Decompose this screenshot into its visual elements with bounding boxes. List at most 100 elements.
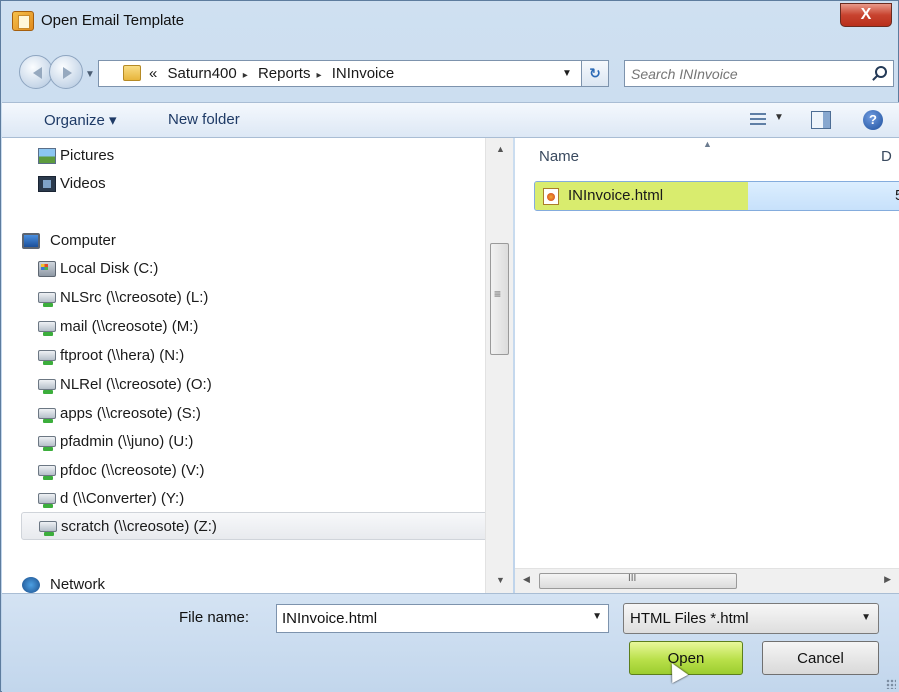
- network-drive-icon: [38, 292, 56, 307]
- view-grid-icon: [750, 113, 766, 127]
- nav-item-label: apps (\\creosote) (S:): [60, 405, 201, 422]
- nav-item-label: Pictures: [60, 147, 115, 164]
- refresh-button[interactable]: ↻: [581, 60, 609, 87]
- search-box[interactable]: [624, 60, 894, 87]
- navigation-pane-scrollbar[interactable]: ▲ ▼: [485, 138, 513, 593]
- scrollbar-thumb[interactable]: [539, 573, 737, 589]
- dialog-footer: File name: ▼ HTML Files *.html ▼ Open Ca…: [2, 593, 899, 692]
- file-name-label: File name:: [179, 609, 250, 626]
- nav-item-label: mail (\\creosote) (M:): [60, 318, 199, 335]
- file-type-value: HTML Files *.html: [630, 610, 749, 627]
- html-file-icon: [543, 188, 559, 205]
- nav-item-network[interactable]: Network: [2, 571, 488, 593]
- nav-item-nlrel[interactable]: NLRel (\\creosote) (O:): [2, 371, 488, 399]
- breadcrumb-separator-icon[interactable]: ▸: [243, 70, 248, 81]
- new-folder-button[interactable]: New folder: [168, 111, 240, 128]
- nav-item-label: Local Disk (C:): [60, 260, 159, 277]
- nav-item-ftproot[interactable]: ftproot (\\hera) (N:): [2, 342, 488, 370]
- change-view-button[interactable]: ▼: [750, 112, 790, 130]
- nav-item-videos[interactable]: Videos: [2, 170, 488, 198]
- scrollbar-thumb[interactable]: [490, 243, 509, 355]
- file-list-horizontal-scrollbar[interactable]: ◀ ▶: [515, 568, 899, 593]
- search-input[interactable]: [629, 63, 859, 84]
- navigation-pane: Pictures Videos Computer Local Disk (C:)…: [2, 138, 513, 593]
- nav-item-label: Network: [50, 576, 106, 593]
- network-drive-icon: [38, 493, 56, 508]
- scroll-up-icon[interactable]: ▲: [496, 144, 505, 154]
- file-type-select[interactable]: HTML Files *.html ▼: [623, 603, 879, 634]
- breadcrumb: « Saturn400 ▸ Reports ▸ INInvoice: [149, 65, 400, 82]
- nav-item-converter[interactable]: d (\\Converter) (Y:): [2, 485, 488, 513]
- column-header-date[interactable]: D: [881, 148, 892, 165]
- address-bar-row: ▼ « Saturn400 ▸ Reports ▸ INInvoice ▼ ↻: [1, 41, 898, 103]
- cancel-button[interactable]: Cancel: [762, 641, 879, 675]
- videos-icon: [38, 176, 56, 192]
- close-button[interactable]: X: [840, 3, 892, 27]
- recent-pages-dropdown-icon[interactable]: ▼: [85, 69, 95, 80]
- nav-item-label: Computer: [50, 232, 116, 249]
- resize-grip-icon[interactable]: [886, 679, 896, 689]
- scroll-down-icon[interactable]: ▼: [496, 575, 505, 585]
- nav-item-nlsrc[interactable]: NLSrc (\\creosote) (L:): [2, 284, 488, 312]
- network-drive-icon: [38, 350, 56, 365]
- nav-item-computer[interactable]: Computer: [2, 227, 488, 255]
- open-email-template-dialog: Open Email Template X ▼ « Saturn400 ▸ Rep…: [0, 0, 899, 692]
- folder-icon: [123, 65, 141, 81]
- nav-item-label: d (\\Converter) (Y:): [60, 490, 185, 507]
- title-bar: Open Email Template X: [1, 1, 898, 41]
- network-drive-icon: [38, 436, 56, 451]
- file-type-dropdown-icon[interactable]: ▼: [861, 612, 871, 623]
- breadcrumb-item-reports[interactable]: Reports: [258, 65, 311, 82]
- nav-item-label: NLSrc (\\creosote) (L:): [60, 289, 209, 306]
- nav-item-label: pfdoc (\\creosote) (V:): [60, 462, 205, 479]
- nav-item-label: scratch (\\creosote) (Z:): [61, 518, 217, 535]
- sort-ascending-icon: ▲: [703, 139, 712, 149]
- file-date: 5: [895, 187, 899, 204]
- computer-icon: [22, 233, 40, 249]
- nav-item-apps[interactable]: apps (\\creosote) (S:): [2, 400, 488, 428]
- scroll-left-icon[interactable]: ◀: [523, 574, 530, 585]
- preview-pane-icon[interactable]: [811, 111, 831, 129]
- nav-item-pictures[interactable]: Pictures: [2, 142, 488, 170]
- breadcrumb-separator-icon[interactable]: ▸: [316, 70, 321, 81]
- network-drive-icon: [38, 408, 56, 423]
- nav-item-pfdoc[interactable]: pfdoc (\\creosote) (V:): [2, 457, 488, 485]
- breadcrumb-overflow[interactable]: «: [149, 65, 157, 82]
- network-drive-icon: [39, 521, 57, 536]
- file-row-ininvoice[interactable]: INInvoice.html 5: [534, 181, 899, 211]
- breadcrumb-item-saturn400[interactable]: Saturn400: [168, 65, 237, 82]
- breadcrumb-item-ininvoice[interactable]: INInvoice: [332, 65, 395, 82]
- window-title: Open Email Template: [41, 12, 185, 29]
- help-icon[interactable]: ?: [863, 110, 883, 130]
- nav-item-label: ftproot (\\hera) (N:): [60, 347, 185, 364]
- file-name-input[interactable]: [280, 608, 570, 629]
- nav-item-mail[interactable]: mail (\\creosote) (M:): [2, 313, 488, 341]
- nav-item-local-disk[interactable]: Local Disk (C:): [2, 255, 488, 283]
- command-toolbar: Organize ▾ New folder ▼ ?: [2, 102, 899, 138]
- pictures-icon: [38, 148, 56, 164]
- file-name-dropdown-icon[interactable]: ▼: [592, 611, 602, 622]
- nav-item-pfadmin[interactable]: pfadmin (\\juno) (U:): [2, 428, 488, 456]
- file-name: INInvoice.html: [568, 187, 664, 204]
- scroll-right-icon[interactable]: ▶: [884, 574, 891, 585]
- nav-item-scratch[interactable]: scratch (\\creosote) (Z:): [21, 512, 488, 540]
- address-bar[interactable]: « Saturn400 ▸ Reports ▸ INInvoice: [98, 60, 609, 87]
- search-icon[interactable]: [875, 66, 887, 78]
- local-disk-icon: [38, 261, 56, 277]
- file-name-combobox[interactable]: ▼: [276, 604, 609, 633]
- network-drive-icon: [38, 465, 56, 480]
- app-icon: [12, 11, 34, 31]
- nav-item-label: pfadmin (\\juno) (U:): [60, 433, 194, 450]
- view-dropdown-icon[interactable]: ▼: [774, 112, 784, 123]
- organize-button[interactable]: Organize ▾: [44, 111, 117, 129]
- column-header-name[interactable]: Name: [539, 148, 579, 165]
- network-drive-icon: [38, 321, 56, 336]
- forward-button[interactable]: [49, 55, 83, 89]
- network-icon: [22, 577, 40, 593]
- address-dropdown-icon[interactable]: ▼: [556, 60, 578, 87]
- file-list: Name ▲ D INInvoice.html 5: [515, 138, 899, 568]
- nav-item-label: Videos: [60, 175, 106, 192]
- network-drive-icon: [38, 379, 56, 394]
- nav-item-label: NLRel (\\creosote) (O:): [60, 376, 212, 393]
- back-button[interactable]: [19, 55, 53, 89]
